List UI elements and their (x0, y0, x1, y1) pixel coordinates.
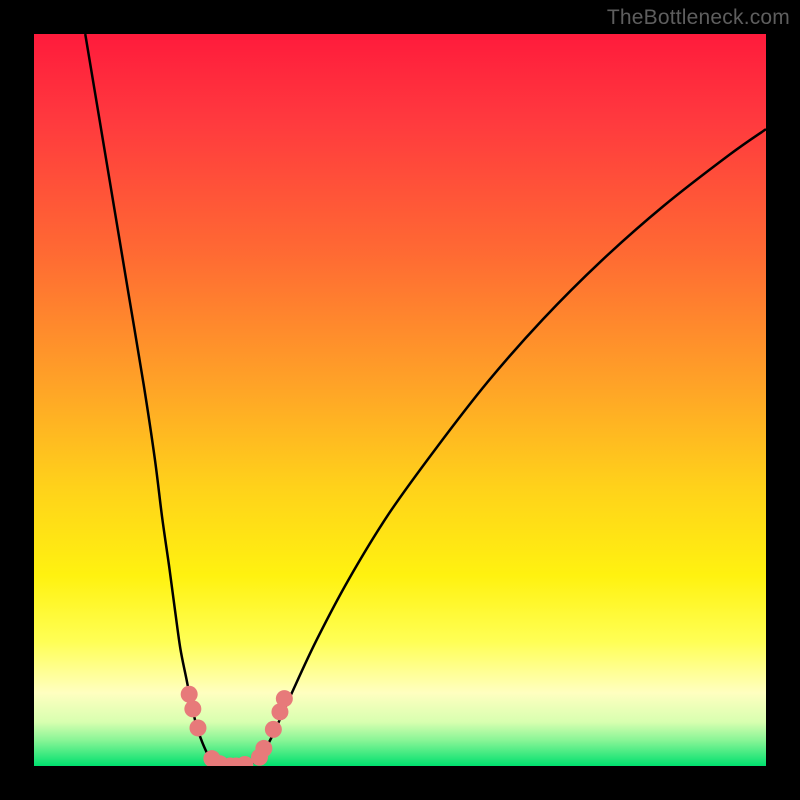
outer-frame: TheBottleneck.com (0, 0, 800, 800)
plot-area (34, 34, 766, 766)
marker-point (184, 700, 201, 717)
marker-point (189, 719, 206, 736)
marker-point (181, 686, 198, 703)
gradient-background (34, 34, 766, 766)
marker-point (276, 690, 293, 707)
marker-point (265, 721, 282, 738)
attribution-text: TheBottleneck.com (607, 6, 790, 30)
marker-point (255, 740, 272, 757)
chart-svg (34, 34, 766, 766)
